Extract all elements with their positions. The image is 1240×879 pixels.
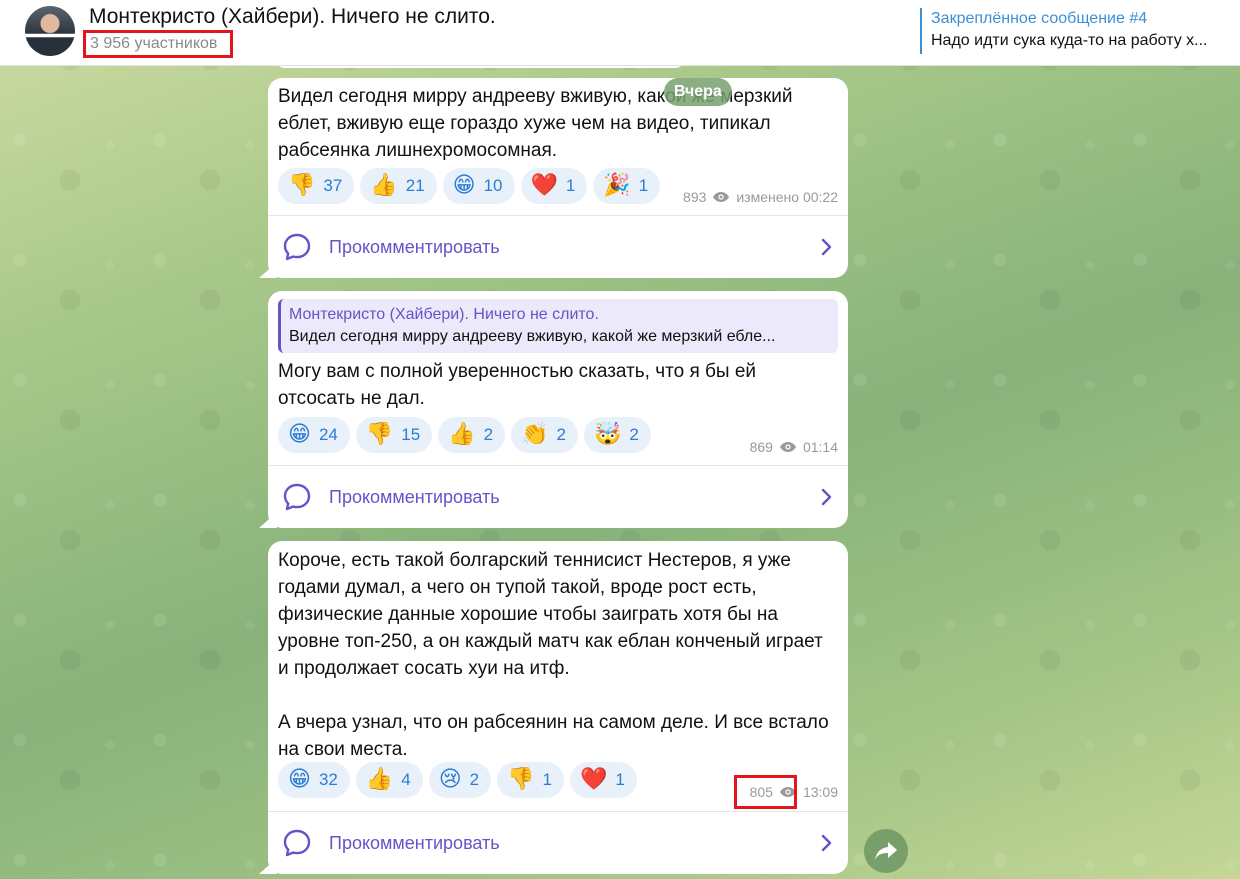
- mind-blown-icon: 🤯: [593, 422, 622, 447]
- message-text: Видел сегодня мирру андрееву вживую, как…: [278, 86, 798, 161]
- reaction-heart[interactable]: ❤️ 1: [570, 762, 637, 798]
- message-meta: 893 изменено 00:22: [683, 189, 838, 205]
- reaction-thumbs-down[interactable]: 👎 15: [355, 417, 433, 453]
- thumbs-up-icon: 👍: [365, 767, 394, 792]
- share-arrow-icon: [875, 842, 897, 860]
- message-text: Короче, есть такой болгарский теннисист …: [278, 550, 829, 760]
- reaction-count: 1: [615, 770, 625, 789]
- reaction-count: 10: [483, 176, 503, 195]
- thumbs-down-icon: 👎: [288, 173, 316, 198]
- views-highlight-box: [734, 775, 797, 809]
- comment-label: Прокомментировать: [329, 832, 500, 853]
- thumbs-up-icon: 👍: [370, 173, 398, 198]
- comment-label: Прокомментировать: [329, 236, 500, 257]
- reaction-count: 32: [318, 770, 338, 789]
- chevron-right-icon: [821, 488, 832, 506]
- reaction-heart[interactable]: ❤️ 1: [520, 168, 588, 204]
- reaction-grin[interactable]: 😁 24: [278, 417, 350, 453]
- chevron-right-icon: [821, 238, 832, 256]
- heart-icon: ❤️: [580, 767, 608, 792]
- clap-icon: 👏: [521, 422, 549, 447]
- comment-button[interactable]: Прокомментировать: [268, 216, 848, 278]
- channel-title[interactable]: Монтекристо (Хайбери). Ничего не слито.: [89, 5, 496, 29]
- reactions-bar: 😁 32 👍 4 😢 2 👎 1 ❤️ 1: [278, 762, 637, 798]
- reaction-count: 15: [401, 425, 421, 444]
- message-meta: 869 01:14: [750, 439, 838, 455]
- reaction-count: 4: [401, 770, 411, 789]
- reaction-thumbs-up[interactable]: 👍 2: [438, 417, 506, 453]
- eye-icon: [713, 192, 730, 202]
- reaction-thumbs-up[interactable]: 👍 21: [360, 168, 437, 204]
- party-popper-icon: 🎉: [603, 173, 631, 198]
- member-count: 3 956 участников: [83, 30, 233, 58]
- reply-quote[interactable]: Монтекристо (Хайбери). Ничего не слито. …: [278, 299, 838, 353]
- comment-bubble-icon: [283, 829, 311, 857]
- date-separator: Вчера: [664, 78, 732, 106]
- reaction-mind-blown[interactable]: 🤯 2: [583, 417, 651, 453]
- reaction-grin[interactable]: 😁 10: [442, 168, 515, 204]
- reply-quote-author: Монтекристо (Хайбери). Ничего не слито.: [289, 306, 599, 323]
- reaction-count: 1: [565, 176, 576, 195]
- comment-label: Прокомментировать: [329, 486, 500, 507]
- reaction-thumbs-down[interactable]: 👎 37: [278, 168, 355, 204]
- comment-bubble-icon: [283, 483, 311, 511]
- heart-icon: ❤️: [530, 173, 558, 198]
- message-bubble[interactable]: Монтекристо (Хайбери). Ничего не слито. …: [259, 291, 848, 528]
- view-count: 869: [749, 439, 773, 455]
- message-bubble[interactable]: Видел сегодня мирру андрееву вживую, как…: [259, 78, 848, 278]
- reaction-count: 37: [323, 176, 343, 195]
- grin-icon: 😁: [288, 422, 311, 447]
- message-time: изменено 00:22: [736, 189, 838, 205]
- reaction-count: 2: [556, 425, 566, 444]
- message-time: 01:14: [802, 439, 838, 455]
- chevron-right-icon: [821, 834, 832, 852]
- crying-face-icon: 😢: [438, 767, 462, 792]
- reaction-party[interactable]: 🎉 1: [593, 168, 661, 204]
- pinned-message[interactable]: Закреплённое сообщение #4 Надо идти сука…: [920, 8, 1230, 54]
- reaction-grin[interactable]: 😁 32: [278, 762, 350, 798]
- chat-header: Монтекристо (Хайбери). Ничего не слито. …: [0, 0, 1240, 66]
- reaction-count: 1: [638, 176, 649, 195]
- message-text: Могу вам с полной уверенностью сказать, …: [278, 361, 762, 409]
- thumbs-down-icon: 👎: [365, 422, 394, 447]
- reactions-bar: 👎 37 👍 21 😁 10 ❤️ 1 🎉 1: [278, 168, 661, 204]
- reaction-clap[interactable]: 👏 2: [511, 417, 578, 453]
- thumbs-up-icon: 👍: [448, 422, 476, 447]
- reaction-count: 24: [318, 425, 338, 444]
- comment-button[interactable]: Прокомментировать: [268, 466, 848, 528]
- channel-avatar[interactable]: [25, 6, 75, 56]
- reaction-thumbs-down[interactable]: 👎 1: [497, 762, 565, 798]
- reaction-count: 21: [405, 176, 425, 195]
- share-button[interactable]: [864, 829, 908, 873]
- reaction-count: 1: [542, 770, 553, 789]
- reaction-count: 2: [483, 425, 494, 444]
- reaction-count: 2: [629, 425, 639, 444]
- message-bubble[interactable]: Короче, есть такой болгарский теннисист …: [259, 541, 848, 874]
- thumbs-down-icon: 👎: [507, 767, 535, 792]
- reactions-bar: 😁 24 👎 15 👍 2 👏 2 🤯 2: [278, 417, 651, 453]
- pinned-message-text: Надо идти сука куда-то на работу х...: [931, 32, 1208, 49]
- reply-quote-text: Видел сегодня мирру андрееву вживую, как…: [289, 328, 776, 345]
- pinned-message-title: Закреплённое сообщение #4: [931, 10, 1148, 27]
- eye-icon: [779, 442, 796, 452]
- grin-icon: 😁: [452, 173, 476, 198]
- reaction-cry[interactable]: 😢 2: [428, 762, 492, 798]
- view-count: 893: [683, 189, 707, 205]
- grin-icon: 😁: [288, 767, 311, 792]
- message-time: 13:09: [802, 784, 838, 800]
- reaction-thumbs-up[interactable]: 👍 4: [355, 762, 423, 798]
- comment-button[interactable]: Прокомментировать: [268, 812, 848, 874]
- comment-bubble-icon: [283, 233, 311, 261]
- reaction-count: 2: [469, 770, 480, 789]
